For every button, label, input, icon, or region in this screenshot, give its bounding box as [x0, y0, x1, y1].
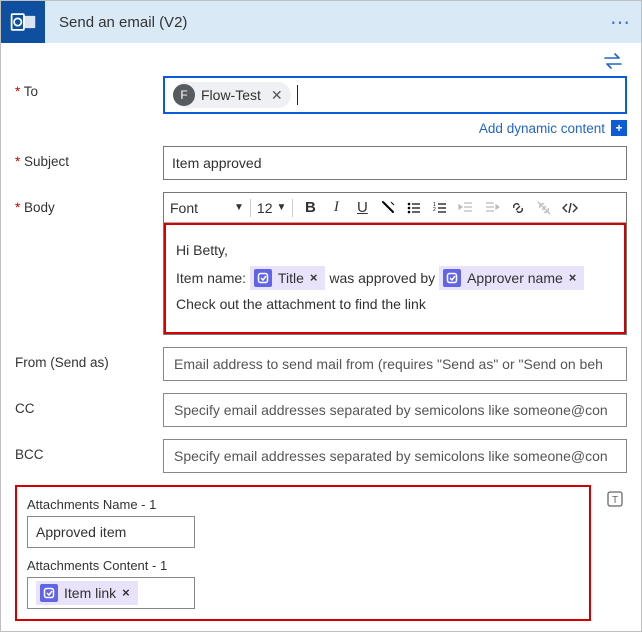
- attachments-section: Attachments Name - 1 Approved item Attac…: [15, 485, 591, 621]
- token-icon: [443, 269, 461, 287]
- indent-button[interactable]: [481, 197, 503, 219]
- numbered-list-button[interactable]: 12: [429, 197, 451, 219]
- swap-icon[interactable]: [603, 53, 623, 72]
- add-dynamic-content-link[interactable]: Add dynamic content +: [479, 120, 627, 136]
- recipient-chip[interactable]: F Flow-Test ✕: [173, 82, 291, 108]
- dynamic-token-title[interactable]: Title ×: [250, 266, 326, 290]
- to-input[interactable]: F Flow-Test ✕: [163, 76, 627, 114]
- font-size-select[interactable]: 12 ▼: [257, 200, 286, 216]
- cc-label: CC: [15, 393, 163, 416]
- outdent-button[interactable]: [455, 197, 477, 219]
- attachments-content-label: Attachments Content - 1: [27, 558, 579, 573]
- attachments-name-label: Attachments Name - 1: [27, 497, 579, 512]
- switch-array-mode-button[interactable]: T: [603, 487, 627, 511]
- text-color-button[interactable]: [377, 197, 399, 219]
- from-label: From (Send as): [15, 347, 163, 370]
- chevron-down-icon: ▼: [234, 202, 244, 213]
- svg-text:2: 2: [433, 207, 436, 213]
- body-line-1: Hi Betty,: [176, 237, 614, 264]
- to-label: To: [15, 76, 163, 99]
- dynamic-token-item-link[interactable]: Item link ×: [36, 581, 138, 605]
- body-line-3: Check out the attachment to find the lin…: [176, 291, 614, 318]
- bcc-input[interactable]: [163, 439, 627, 473]
- body-editor: Font ▼ 12 ▼ B I U: [163, 192, 627, 335]
- recipient-name: Flow-Test: [201, 87, 261, 103]
- card-title: Send an email (V2): [45, 14, 601, 31]
- bcc-label: BCC: [15, 439, 163, 462]
- remove-token-icon[interactable]: ×: [569, 266, 577, 291]
- outlook-icon: [1, 1, 45, 43]
- link-button[interactable]: [507, 197, 529, 219]
- attachments-content-input[interactable]: Item link ×: [27, 577, 195, 609]
- bold-button[interactable]: B: [299, 197, 321, 219]
- font-select[interactable]: Font ▼: [170, 200, 244, 216]
- subject-label: Subject: [15, 146, 163, 169]
- attachments-name-input[interactable]: Approved item: [27, 516, 195, 548]
- remove-token-icon[interactable]: ×: [310, 266, 318, 291]
- from-input[interactable]: [163, 347, 627, 381]
- remove-recipient-icon[interactable]: ✕: [267, 87, 283, 104]
- more-menu-button[interactable]: ⋯: [601, 10, 641, 35]
- svg-text:T: T: [612, 495, 618, 506]
- code-view-button[interactable]: [559, 197, 581, 219]
- editor-toolbar: Font ▼ 12 ▼ B I U: [164, 193, 626, 223]
- underline-button[interactable]: U: [351, 197, 373, 219]
- bullet-list-button[interactable]: [403, 197, 425, 219]
- unlink-button[interactable]: [533, 197, 555, 219]
- body-label: Body: [15, 192, 163, 215]
- italic-button[interactable]: I: [325, 197, 347, 219]
- cc-input[interactable]: [163, 393, 627, 427]
- remove-token-icon[interactable]: ×: [122, 585, 130, 600]
- subject-input[interactable]: Item approved: [163, 146, 627, 180]
- dynamic-token-approver[interactable]: Approver name ×: [439, 266, 584, 290]
- plus-icon: +: [611, 120, 627, 136]
- body-content[interactable]: Hi Betty, Item name: Title × was approve…: [164, 223, 626, 334]
- action-card: Send an email (V2) ⋯ To F Flow-Test ✕: [0, 0, 642, 632]
- token-icon: [254, 269, 272, 287]
- text-caret: [297, 85, 298, 105]
- card-header: Send an email (V2) ⋯: [1, 1, 641, 43]
- recipient-avatar: F: [173, 84, 195, 106]
- token-icon: [40, 584, 58, 602]
- chevron-down-icon: ▼: [277, 202, 287, 213]
